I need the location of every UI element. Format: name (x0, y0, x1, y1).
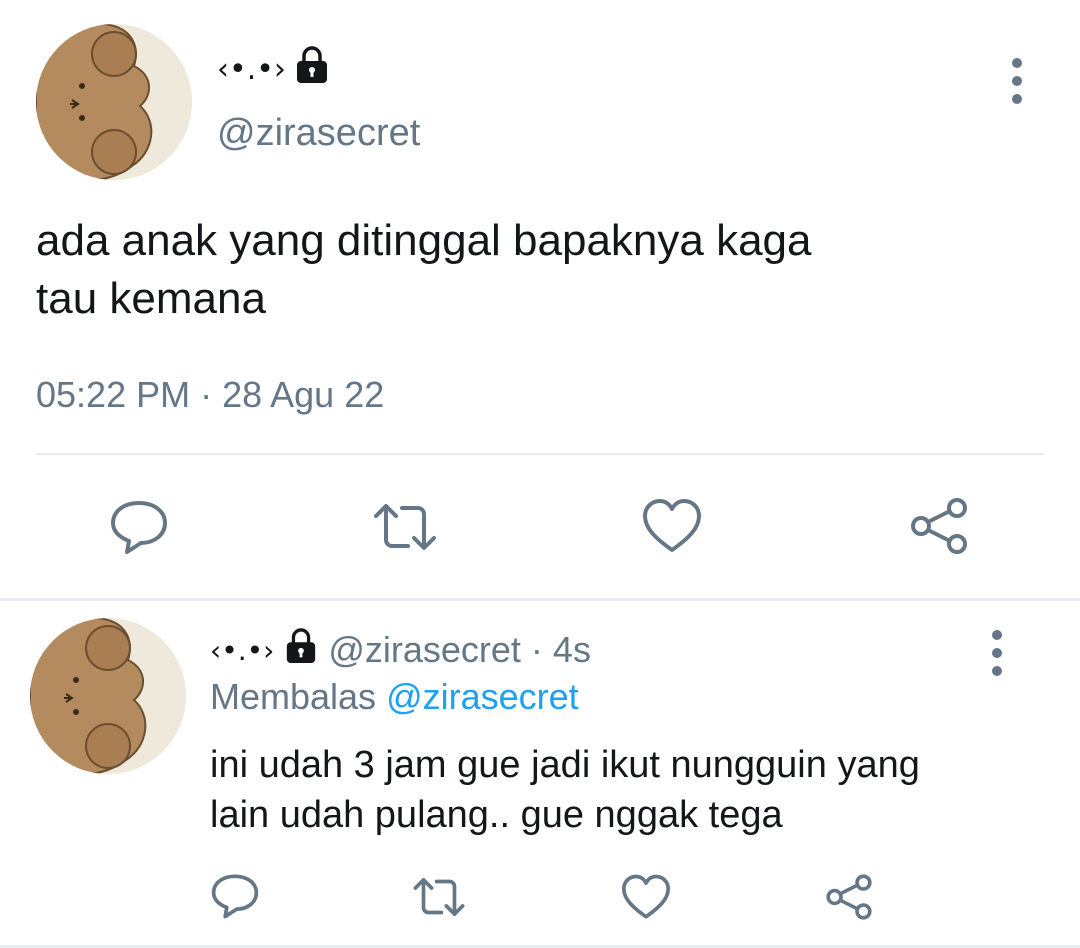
display-name: ‹•.•› (217, 51, 286, 87)
tweet-text-line: ini udah 3 jam gue jadi ikut nungguin ya… (210, 744, 920, 786)
reply-icon[interactable] (210, 872, 260, 920)
retweet-icon[interactable] (410, 874, 468, 920)
reply-icon[interactable] (108, 498, 170, 556)
tweet-text-line: ada anak yang ditinggal bapaknya kaga (36, 216, 812, 265)
tweet-text: ini udah 3 jam gue jadi ikut nungguin ya… (210, 740, 1050, 840)
avatar[interactable] (30, 618, 186, 774)
replying-mention-link[interactable]: @zirasecret (386, 676, 579, 717)
user-handle: @zirasecret (328, 629, 521, 670)
avatar[interactable] (36, 24, 192, 180)
share-icon[interactable] (908, 496, 970, 556)
user-handle[interactable]: @zirasecret (217, 112, 420, 155)
tweet-text-line: tau kemana (36, 274, 266, 323)
like-icon[interactable] (640, 498, 704, 554)
display-name-row[interactable]: ‹•.•› (217, 44, 330, 94)
share-icon[interactable] (824, 872, 874, 922)
time-ago: 4s (552, 629, 591, 670)
section-divider (0, 598, 1080, 601)
tweet-timestamp: 05:22 PM · 28 Agu 22 (36, 374, 385, 415)
tweet-text-line: lain udah pulang.. gue nggak tega (210, 794, 783, 836)
tweet-text: ada anak yang ditinggal bapaknya kaga ta… (36, 212, 1036, 328)
retweet-icon[interactable] (370, 500, 440, 554)
more-options-icon[interactable] (987, 630, 1007, 676)
divider (36, 453, 1044, 455)
reply-header[interactable]: ‹•.•› @zirasecret · 4s (210, 626, 591, 674)
lock-icon (284, 627, 318, 673)
like-icon[interactable] (620, 874, 672, 920)
separator: · (530, 629, 543, 670)
display-name: ‹•.•› (210, 633, 275, 667)
lock-icon (294, 46, 330, 92)
more-options-icon[interactable] (1007, 58, 1027, 104)
replying-to: Membalas @zirasecret (210, 676, 579, 718)
replying-label: Membalas (210, 676, 377, 717)
